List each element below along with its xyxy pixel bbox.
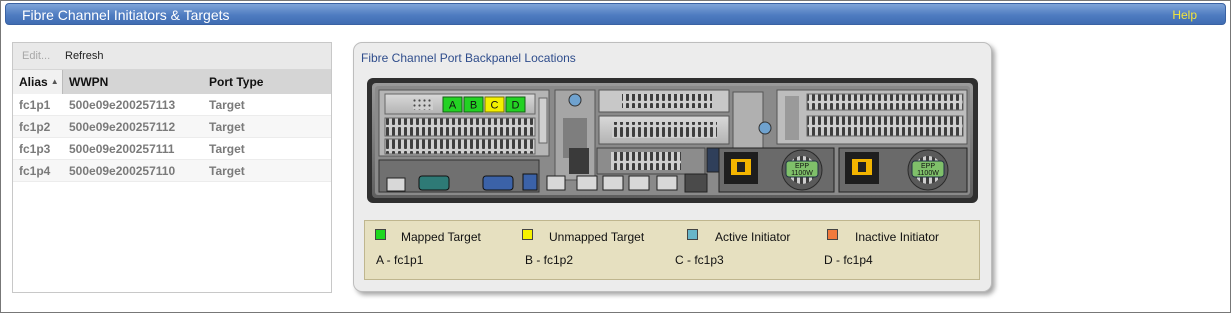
power-supply-1: EPP 1100W [718,147,835,193]
mapped-target-swatch [375,229,386,240]
fc-port-d[interactable]: D [505,96,526,113]
power-supply-2: EPP 1100W [838,147,968,193]
fc-port-a-label: A [449,100,457,112]
refresh-button[interactable]: Refresh [65,50,104,62]
backpanel-title: Fibre Channel Port Backpanel Locations [361,51,576,65]
unmapped-target-swatch [522,229,533,240]
active-initiator-label: Active Initiator [715,230,791,244]
help-link[interactable]: Help [1172,8,1197,22]
inactive-initiator-label: Inactive Initiator [855,230,940,244]
fc-port-b[interactable]: B [463,96,484,113]
psu-1-wattage: 1100W [791,170,813,177]
port-map-c: C - fc1p3 [675,253,724,267]
serial-port [418,175,450,191]
vga-port [482,175,514,191]
main-window: Fibre Channel Initiators & Targets Help … [0,0,1231,313]
server-chassis-image: A B C D EPP 1100W EPP 1100W [367,78,978,203]
cell-alias: fc1p4 [19,164,51,178]
cell-wwpn: 500e09e200257112 [69,120,176,134]
cell-alias: fc1p2 [19,120,51,134]
fc-port-d-label: D [512,100,520,112]
edit-button[interactable]: Edit... [22,50,50,62]
page-title: Fibre Channel Initiators & Targets [22,7,230,23]
cell-wwpn: 500e09e200257111 [69,142,175,156]
initiators-targets-table: Edit... Refresh Alias ▲ WWPN Port Type fc… [12,42,332,293]
table-row[interactable]: fc1p1 500e09e200257113 Target [13,94,331,116]
psu-2-wattage: 1100W [917,170,939,177]
active-initiator-swatch [687,229,698,240]
column-header-alias[interactable]: Alias ▲ [13,70,63,94]
cell-port-type: Target [209,120,245,134]
cell-port-type: Target [209,98,245,112]
cell-port-type: Target [209,142,245,156]
column-header-port-type[interactable]: Port Type [209,75,263,89]
column-header-wwpn[interactable]: WWPN [69,75,108,89]
sort-ascending-icon: ▲ [50,77,59,86]
mapped-target-label: Mapped Target [401,230,481,244]
psu-2-brand: EPP [921,163,935,170]
inactive-initiator-swatch [827,229,838,240]
table-row[interactable]: fc1p2 500e09e200257112 Target [13,116,331,138]
cell-port-type: Target [209,164,245,178]
port-legend: Mapped Target Unmapped Target Active Ini… [364,220,980,280]
table-row[interactable]: fc1p4 500e09e200257110 Target [13,160,331,182]
backpanel-panel: Fibre Channel Port Backpanel Locations A… [353,42,992,292]
port-map-d: D - fc1p4 [824,253,873,267]
table-toolbar: Edit... Refresh [13,43,331,70]
fc-port-b-label: B [470,100,477,112]
cell-wwpn: 500e09e200257110 [69,164,176,178]
fc-port-c-label: C [491,100,499,112]
unmapped-target-label: Unmapped Target [549,230,645,244]
port-map-a: A - fc1p1 [376,253,424,267]
cell-alias: fc1p1 [19,98,51,112]
cell-wwpn: 500e09e200257113 [69,98,176,112]
cell-alias: fc1p3 [19,142,51,156]
fc-port-a[interactable]: A [442,96,463,113]
table-body: fc1p1 500e09e200257113 Target fc1p2 500e… [13,94,331,182]
port-map-b: B - fc1p2 [525,253,574,267]
table-header: Alias ▲ WWPN Port Type [13,70,331,94]
idrac-port [386,177,406,192]
title-bar: Fibre Channel Initiators & Targets Help [5,3,1226,25]
psu-1-brand: EPP [795,163,809,170]
table-row[interactable]: fc1p3 500e09e200257111 Target [13,138,331,160]
fc-port-c[interactable]: C [484,96,505,113]
